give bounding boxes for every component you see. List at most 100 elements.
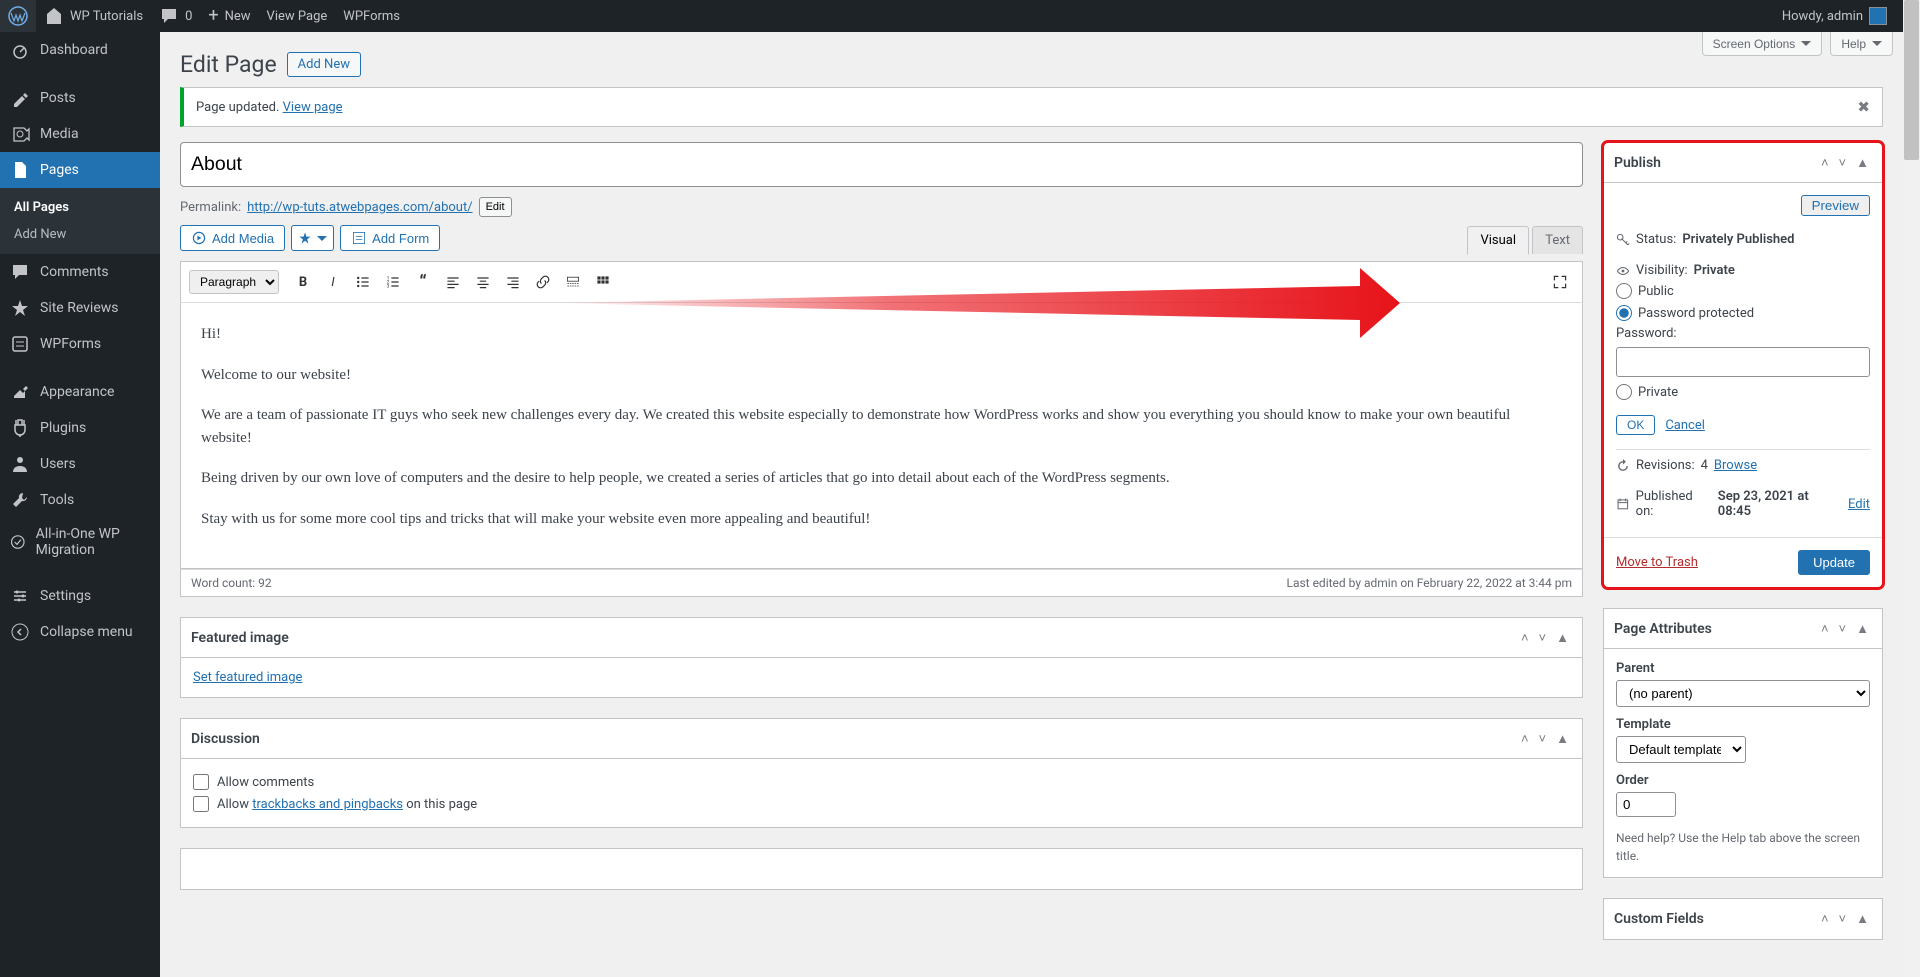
toggle-icon[interactable]: ▲ <box>1853 909 1872 929</box>
chevron-down-icon <box>1872 41 1882 51</box>
trackbacks-link[interactable]: trackbacks and pingbacks <box>252 797 403 812</box>
visibility-ok-button[interactable]: OK <box>1616 415 1655 435</box>
menu-settings[interactable]: Settings <box>0 578 160 614</box>
wpforms-link[interactable]: WPForms <box>335 0 408 32</box>
menu-appearance[interactable]: Appearance <box>0 374 160 410</box>
fullscreen-button[interactable] <box>1546 268 1574 296</box>
visibility-value: Private <box>1694 263 1735 278</box>
menu-users[interactable]: Users <box>0 446 160 482</box>
visibility-password-radio[interactable] <box>1616 305 1632 321</box>
more-button[interactable] <box>559 268 587 296</box>
move-down-icon[interactable]: ˅ <box>1836 153 1850 173</box>
submenu-all-pages[interactable]: All Pages <box>0 194 160 221</box>
custom-fields-box: Custom Fields ˄˅▲ <box>1603 898 1883 940</box>
menu-tools[interactable]: Tools <box>0 482 160 518</box>
comments-link[interactable]: 0 <box>151 0 200 32</box>
last-edited: Last edited by admin on February 22, 202… <box>1286 576 1572 590</box>
wp-logo[interactable] <box>0 0 36 32</box>
menu-collapse[interactable]: Collapse menu <box>0 614 160 650</box>
permalink-label: Permalink: <box>180 200 241 215</box>
move-to-trash-link[interactable]: Move to Trash <box>1616 555 1698 570</box>
permalink-edit-button[interactable]: Edit <box>479 197 512 217</box>
template-select[interactable]: Default template <box>1616 736 1746 763</box>
bold-button[interactable]: B <box>289 268 317 296</box>
move-up-icon[interactable]: ˄ <box>1518 729 1532 749</box>
help-button[interactable]: Help <box>1830 32 1893 56</box>
toggle-icon[interactable]: ▲ <box>1853 619 1872 639</box>
revisions-count: 4 <box>1701 458 1708 473</box>
set-featured-image-link[interactable]: Set featured image <box>193 670 302 685</box>
move-up-icon[interactable]: ˄ <box>1818 619 1832 639</box>
edit-date-link[interactable]: Edit <box>1848 497 1870 512</box>
visibility-cancel-link[interactable]: Cancel <box>1665 418 1705 433</box>
my-account[interactable]: Howdy, admin <box>1774 0 1895 32</box>
chevron-down-icon <box>1801 41 1811 51</box>
view-page-link[interactable]: View Page <box>259 0 336 32</box>
star-dropdown-button[interactable] <box>291 225 334 251</box>
menu-site-reviews[interactable]: Site Reviews <box>0 290 160 326</box>
ul-button[interactable] <box>349 268 377 296</box>
allow-trackbacks-checkbox[interactable] <box>193 796 209 812</box>
quote-button[interactable]: “ <box>409 268 437 296</box>
text-tab[interactable]: Text <box>1532 226 1583 254</box>
move-down-icon[interactable]: ˅ <box>1536 729 1550 749</box>
svg-text:3: 3 <box>387 284 390 290</box>
order-input[interactable] <box>1616 792 1676 817</box>
ol-button[interactable]: 123 <box>379 268 407 296</box>
dismiss-notice-icon[interactable]: ✖ <box>1857 98 1870 116</box>
toggle-icon[interactable]: ▲ <box>1553 729 1572 749</box>
menu-comments[interactable]: Comments <box>0 254 160 290</box>
menu-pages[interactable]: Pages <box>0 152 160 188</box>
view-page-link[interactable]: View page <box>283 100 343 115</box>
site-name: WP Tutorials <box>70 9 143 24</box>
visual-tab[interactable]: Visual <box>1467 226 1529 255</box>
content-paragraph: Stay with us for some more cool tips and… <box>201 508 1562 531</box>
move-up-icon[interactable]: ˄ <box>1518 628 1532 648</box>
update-button[interactable]: Update <box>1798 550 1870 575</box>
add-form-button[interactable]: Add Form <box>340 225 440 251</box>
align-right-button[interactable] <box>499 268 527 296</box>
menu-media[interactable]: Media <box>0 116 160 152</box>
editor-status-bar: Word count: 92 Last edited by admin on F… <box>180 569 1583 597</box>
password-input[interactable] <box>1616 347 1870 377</box>
toolbar-toggle-button[interactable] <box>589 268 617 296</box>
page-title-input[interactable] <box>180 142 1583 187</box>
screen-options-button[interactable]: Screen Options <box>1702 32 1823 56</box>
content-paragraph: We are a team of passionate IT guys who … <box>201 404 1562 449</box>
add-new-page-button[interactable]: Add New <box>287 52 361 77</box>
move-up-icon[interactable]: ˄ <box>1818 909 1832 929</box>
editor-content[interactable]: Hi! Welcome to our website! We are a tea… <box>180 303 1583 569</box>
preview-button[interactable]: Preview <box>1801 195 1870 216</box>
toggle-icon[interactable]: ▲ <box>1553 628 1572 648</box>
align-center-button[interactable] <box>469 268 497 296</box>
menu-posts[interactable]: Posts <box>0 80 160 116</box>
page-title: Edit Page Add New <box>180 42 1883 82</box>
add-media-button[interactable]: Add Media <box>180 225 285 251</box>
visibility-private-radio[interactable] <box>1616 384 1632 400</box>
move-down-icon[interactable]: ˅ <box>1836 619 1850 639</box>
content-paragraph: Hi! <box>201 323 1562 346</box>
move-up-icon[interactable]: ˄ <box>1818 153 1832 173</box>
menu-wpforms[interactable]: WPForms <box>0 326 160 362</box>
menu-aio-migration[interactable]: All-in-One WP Migration <box>0 518 160 566</box>
parent-select[interactable]: (no parent) <box>1616 680 1870 707</box>
move-down-icon[interactable]: ˅ <box>1836 909 1850 929</box>
new-link[interactable]: +New <box>200 0 258 32</box>
link-button[interactable] <box>529 268 557 296</box>
menu-dashboard[interactable]: Dashboard <box>0 32 160 68</box>
italic-button[interactable]: I <box>319 268 347 296</box>
format-select[interactable]: Paragraph <box>189 270 279 294</box>
submenu-add-new[interactable]: Add New <box>0 221 160 248</box>
revisions-icon <box>1616 459 1630 473</box>
toggle-icon[interactable]: ▲ <box>1853 153 1872 173</box>
menu-plugins[interactable]: Plugins <box>0 410 160 446</box>
align-left-button[interactable] <box>439 268 467 296</box>
site-name-link[interactable]: WP Tutorials <box>36 0 151 32</box>
page-scrollbar[interactable] <box>1903 0 1920 977</box>
move-down-icon[interactable]: ˅ <box>1536 628 1550 648</box>
permalink-url[interactable]: http://wp-tuts.atwebpages.com/about/ <box>247 200 472 215</box>
eye-icon <box>1616 264 1630 278</box>
allow-comments-checkbox[interactable] <box>193 774 209 790</box>
browse-revisions-link[interactable]: Browse <box>1714 458 1757 473</box>
visibility-public-radio[interactable] <box>1616 283 1632 299</box>
